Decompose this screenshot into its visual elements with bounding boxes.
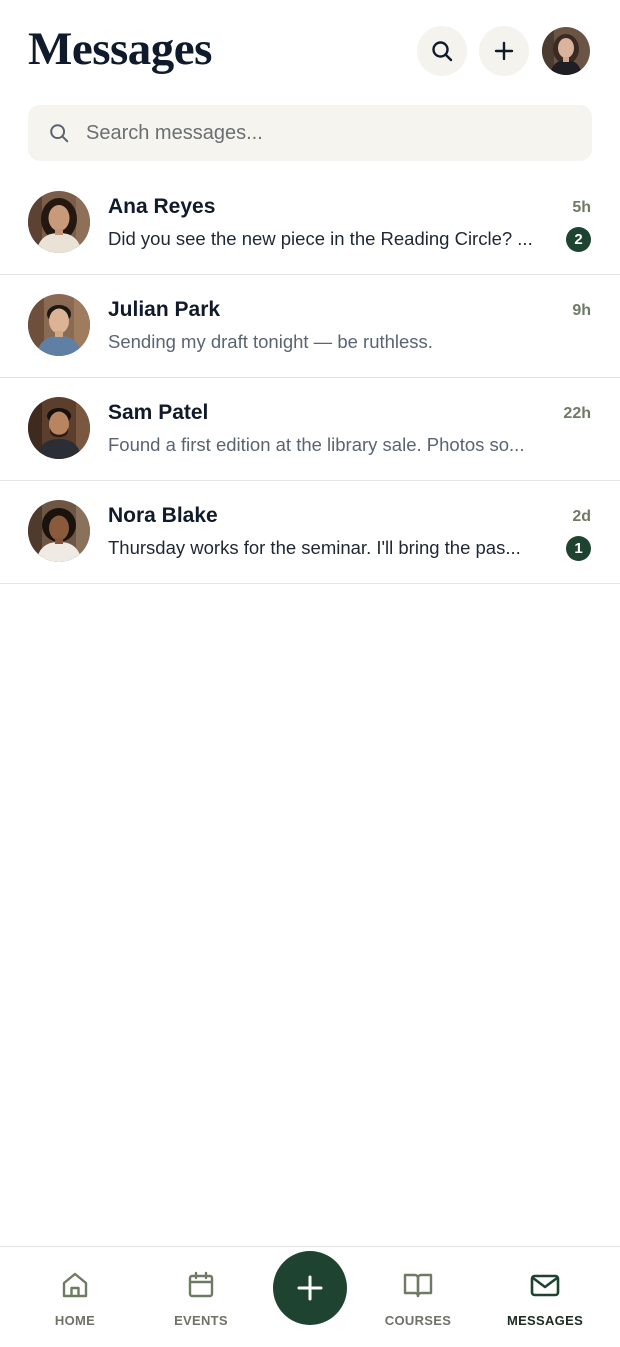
page-title: Messages: [28, 23, 212, 75]
timestamp: 9h: [572, 302, 591, 319]
search-input[interactable]: [86, 121, 566, 145]
avatar: [28, 397, 90, 459]
message-preview: Did you see the new piece in the Reading…: [108, 228, 533, 249]
tab-courses[interactable]: COURSES: [363, 1269, 473, 1328]
header: Messages: [0, 0, 620, 100]
timestamp: 22h: [563, 405, 591, 422]
conversation-row[interactable]: Ana Reyes 5h Did you see the new piece i…: [0, 172, 620, 275]
conversation-row[interactable]: Sam Patel 22h Found a first edition at t…: [0, 378, 620, 481]
contact-name: Sam Patel: [108, 401, 209, 424]
create-button[interactable]: [273, 1251, 347, 1325]
avatar: [28, 500, 90, 562]
tab-courses-label: COURSES: [384, 1313, 452, 1328]
book-icon: [403, 1273, 433, 1298]
timestamp: 2d: [572, 508, 591, 525]
timestamp: 5h: [572, 199, 591, 216]
tab-home[interactable]: HOME: [20, 1269, 130, 1328]
conversation-row[interactable]: Julian Park 9h Sending my draft tonight …: [0, 275, 620, 378]
tab-events[interactable]: EVENTS: [146, 1269, 256, 1328]
avatar: [28, 294, 90, 356]
search-icon: [48, 121, 72, 145]
unread-badge: 1: [566, 536, 591, 561]
profile-avatar[interactable]: [542, 27, 590, 75]
message-preview: Sending my draft tonight — be ruthless.: [108, 331, 433, 352]
message-preview: Found a first edition at the library sal…: [108, 434, 525, 455]
home-icon: [62, 1272, 88, 1298]
contact-name: Julian Park: [108, 298, 221, 321]
new-message-button[interactable]: [479, 26, 529, 76]
bottom-tab-bar: HOME EVENTS COURSES MESSAGES: [0, 1246, 620, 1347]
message-preview: Thursday works for the seminar. I'll bri…: [108, 537, 521, 558]
unread-badge: 2: [566, 227, 591, 252]
plus-icon: [297, 1275, 323, 1301]
conversation-list: Ana Reyes 5h Did you see the new piece i…: [0, 172, 620, 584]
contact-name: Nora Blake: [108, 504, 218, 527]
tab-messages-label: MESSAGES: [506, 1313, 584, 1328]
calendar-icon: [188, 1271, 214, 1298]
search-icon: [432, 41, 453, 62]
tab-events-label: EVENTS: [174, 1313, 228, 1328]
search-bar[interactable]: [28, 105, 592, 161]
tab-messages[interactable]: MESSAGES: [490, 1269, 600, 1328]
search-button[interactable]: [417, 26, 467, 76]
contact-name: Ana Reyes: [108, 195, 216, 218]
plus-icon: [494, 41, 514, 61]
avatar: [28, 191, 90, 253]
mail-icon: [530, 1274, 560, 1297]
tab-home-label: HOME: [54, 1313, 96, 1328]
conversation-row[interactable]: Nora Blake 2d Thursday works for the sem…: [0, 481, 620, 584]
